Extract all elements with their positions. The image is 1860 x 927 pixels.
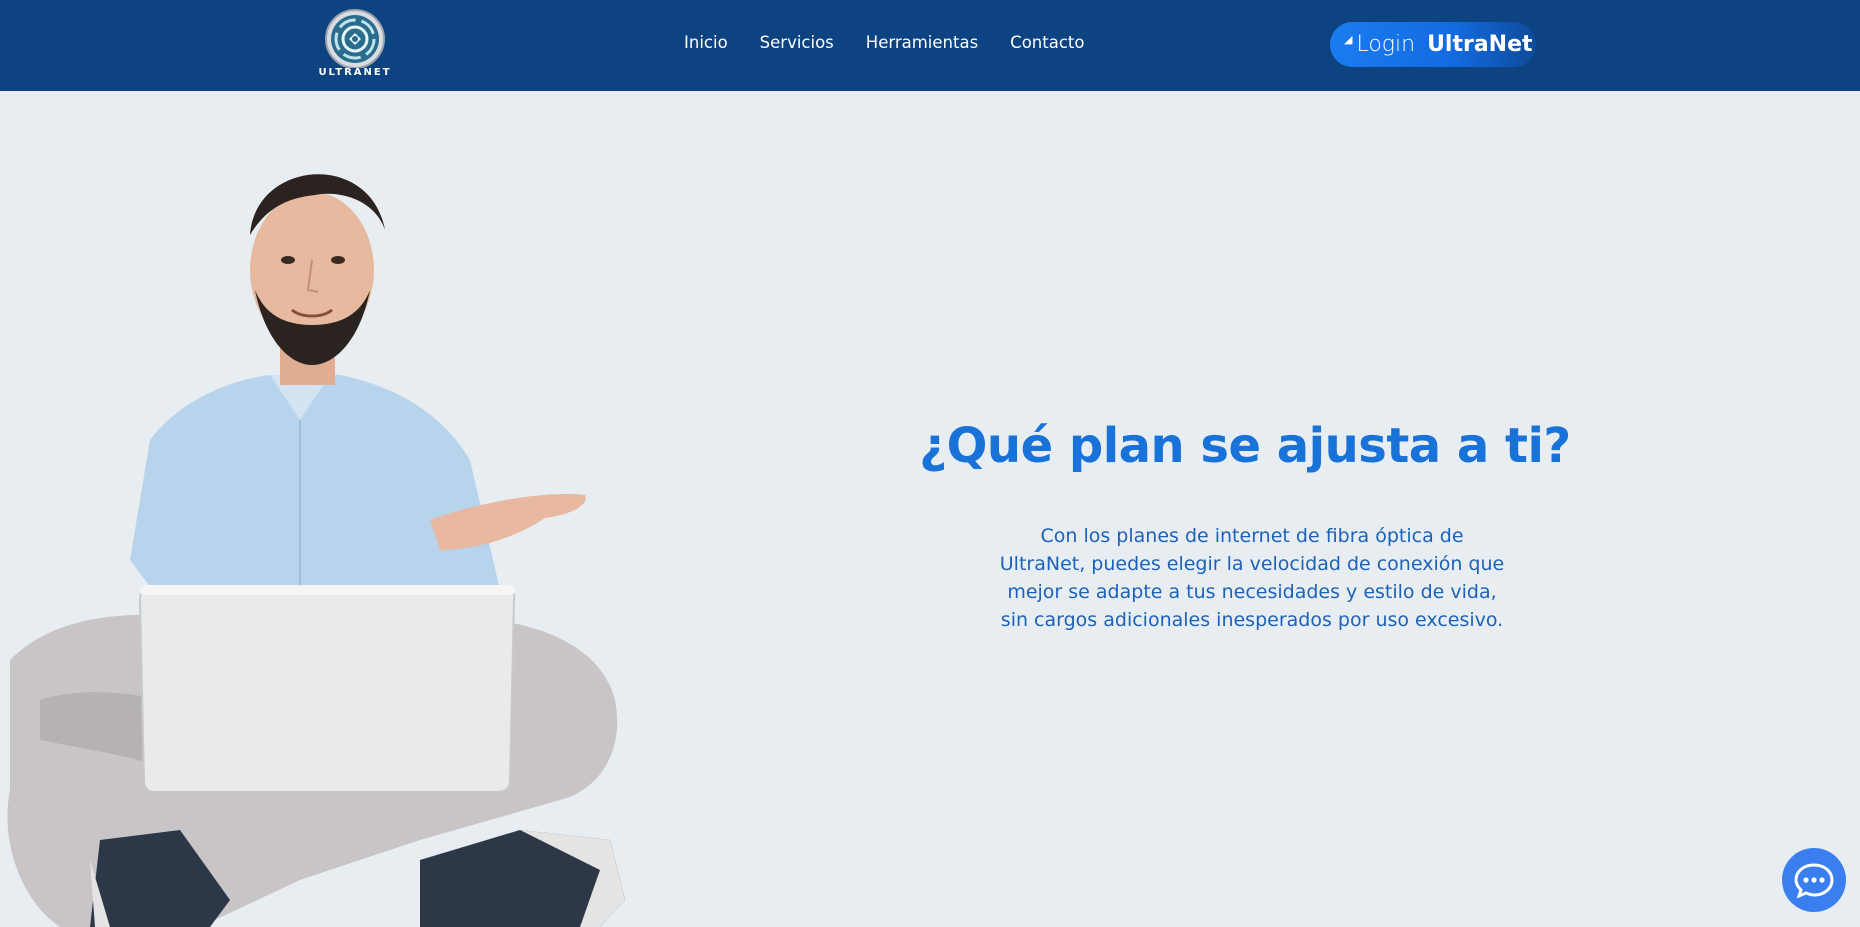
login-button[interactable]: ◢ Login UltraNet <box>1330 22 1536 67</box>
hero-person-with-laptop-image <box>0 140 640 927</box>
nav-herramientas[interactable]: Herramientas <box>866 33 978 52</box>
ultranet-logo[interactable]: ULTRANET <box>305 4 405 82</box>
main-nav: Inicio Servicios Herramientas Contacto <box>684 33 1116 52</box>
logo-text: ULTRANET <box>318 67 392 78</box>
site-header: ULTRANET Inicio Servicios Herramientas C… <box>0 0 1860 91</box>
cursor-arrow-icon: ◢ <box>1344 34 1353 46</box>
logo-emblem-icon <box>325 9 385 68</box>
hero-title: ¿Qué plan se ajusta a ti? <box>919 418 1571 474</box>
nav-contacto[interactable]: Contacto <box>1010 33 1084 52</box>
login-label: Login <box>1356 32 1416 57</box>
hero-description: Con los planes de internet de fibra ópti… <box>999 525 1505 631</box>
nav-inicio[interactable]: Inicio <box>684 33 728 52</box>
login-brand-label: UltraNet <box>1427 32 1533 57</box>
chat-bubble-icon <box>1794 863 1834 898</box>
nav-servicios[interactable]: Servicios <box>760 33 834 52</box>
chat-button[interactable] <box>1782 848 1846 912</box>
